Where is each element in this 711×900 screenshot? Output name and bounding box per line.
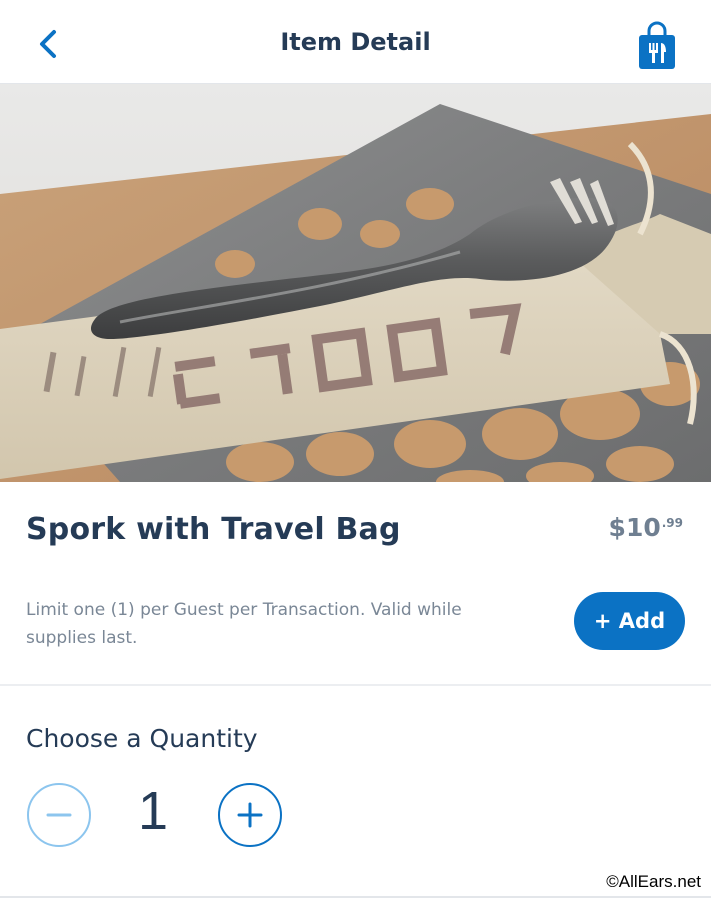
shopping-bag-utensils-icon [639, 21, 675, 69]
price-dollars: 10 [625, 513, 661, 542]
section-divider [0, 684, 711, 686]
watermark: ©AllEars.net [606, 872, 701, 891]
header-bar: Item Detail [0, 0, 711, 84]
increase-quantity-button[interactable] [218, 783, 282, 847]
item-price: $ 10 .99 [609, 513, 683, 542]
minus-circle-icon [46, 813, 72, 817]
bottom-divider [0, 896, 711, 898]
quantity-value: 1 [138, 781, 169, 841]
price-cents: .99 [661, 516, 683, 530]
decrease-quantity-button[interactable] [27, 783, 91, 847]
item-title: Spork with Travel Bag [26, 512, 401, 547]
item-description: Limit one (1) per Guest per Transaction.… [26, 600, 462, 648]
price-currency: $ [608, 513, 626, 542]
page-title: Item Detail [280, 28, 431, 56]
order-bag-button[interactable] [636, 21, 678, 71]
product-image [0, 84, 711, 482]
quantity-label: Choose a Quantity [26, 724, 258, 753]
add-button[interactable]: + Add [574, 592, 685, 650]
plus-circle-icon [237, 802, 263, 828]
